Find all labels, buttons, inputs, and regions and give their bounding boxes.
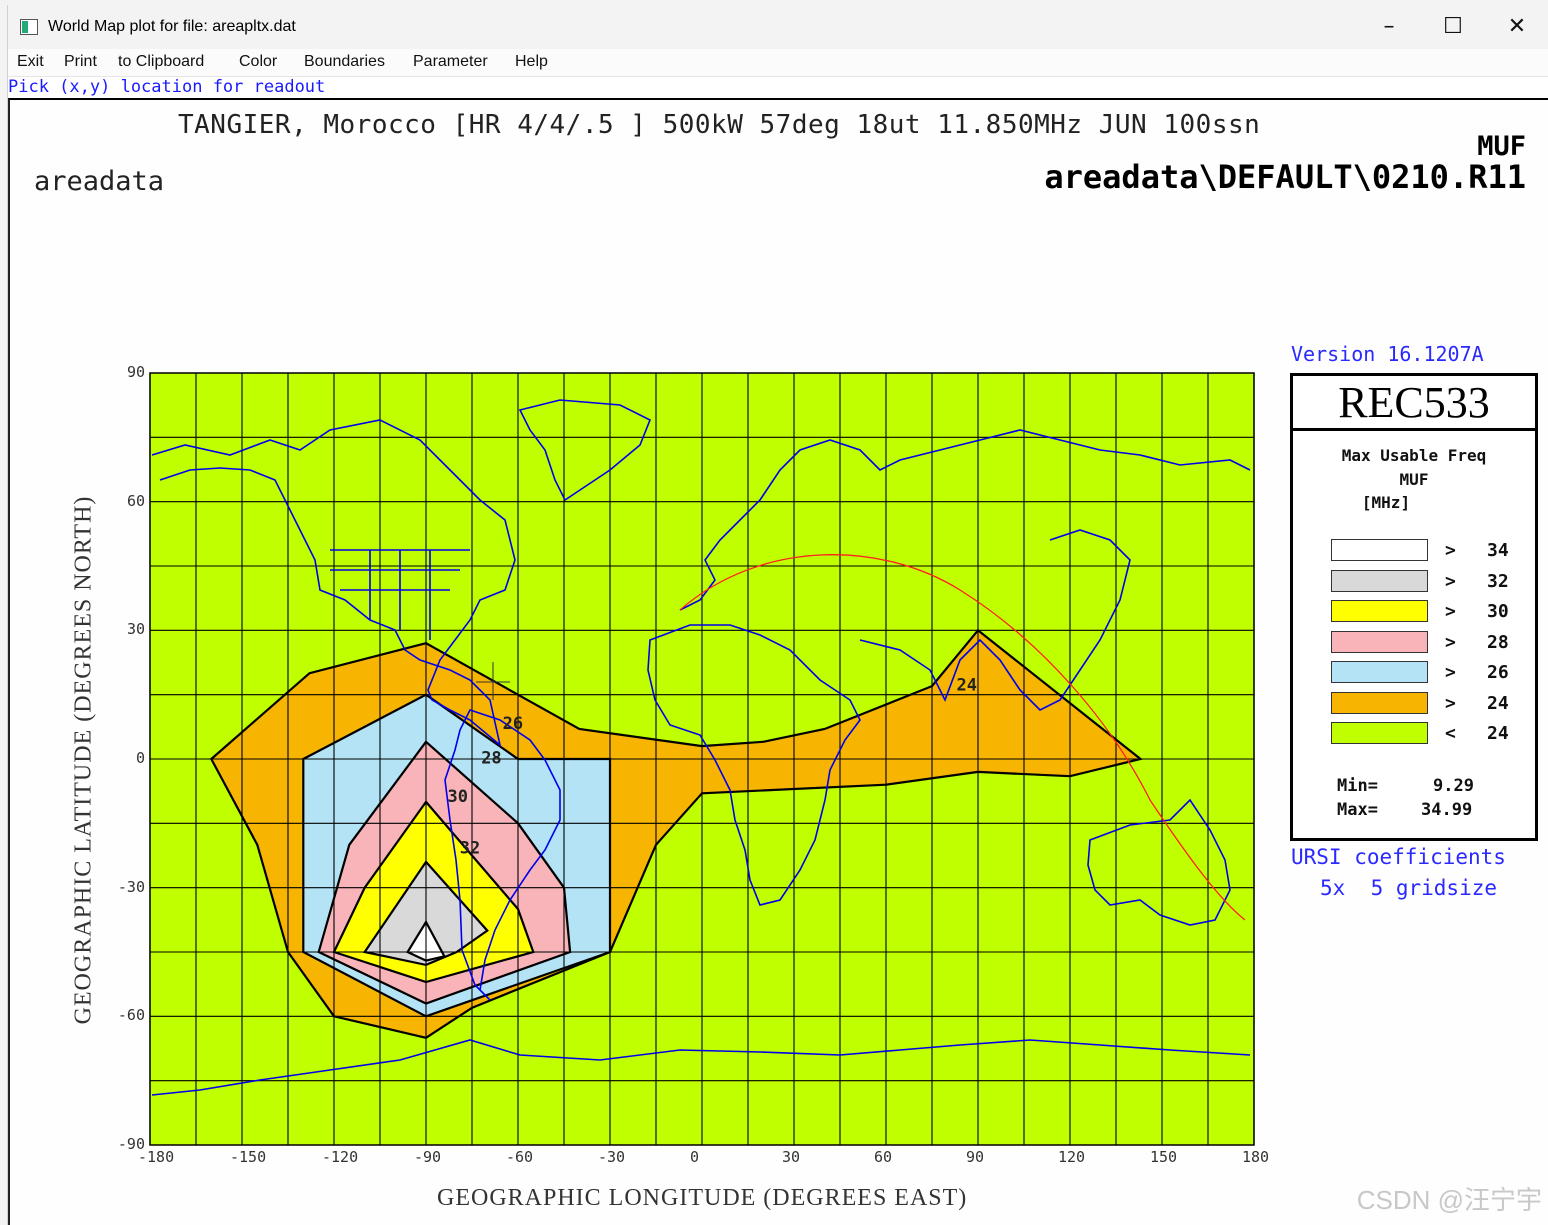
file-path: areadata\DEFAULT\0210.R11 — [1044, 158, 1526, 196]
x-tick-label: 0 — [690, 1148, 700, 1166]
legend-swatch — [1331, 661, 1428, 683]
y-tick-label: -30 — [117, 877, 145, 896]
app-icon — [20, 19, 38, 35]
legend-value: 34 — [1487, 540, 1509, 561]
plot-title: TANGIER, Morocco [HR 4/4/.5 ] 500kW 57de… — [178, 110, 1261, 140]
x-tick-label: 90 — [966, 1148, 985, 1166]
legend-value: 30 — [1487, 601, 1509, 622]
menu-parameter[interactable]: Parameter — [413, 53, 488, 71]
x-tick-label: 60 — [874, 1148, 893, 1166]
x-tick-label: 120 — [1058, 1148, 1086, 1166]
title-bar[interactable]: World Map plot for file: areapltx.dat – … — [8, 5, 1548, 49]
menu-boundaries[interactable]: Boundaries — [304, 53, 385, 71]
x-axis-label: GEOGRAPHIC LONGITUDE (DEGREES EAST) — [437, 1185, 968, 1211]
x-tick-label: 180 — [1242, 1148, 1270, 1166]
menu-help[interactable]: Help — [515, 53, 548, 71]
x-tick-label: -120 — [322, 1148, 359, 1166]
menu-color[interactable]: Color — [239, 53, 277, 71]
x-tick-label: -150 — [230, 1148, 267, 1166]
legend-swatch — [1331, 600, 1428, 622]
legend-box: REC533 Max Usable Freq MUF [MHz] >34 >32 >… — [1290, 373, 1538, 841]
y-tick-label: 60 — [126, 491, 145, 510]
y-tick-label: -90 — [117, 1135, 145, 1153]
x-tick-label: 30 — [782, 1148, 801, 1166]
legend-swatch — [1331, 630, 1428, 653]
watermark: CSDN @汪宁宇 — [1356, 1185, 1542, 1215]
menu-clipboard[interactable]: to Clipboard — [118, 53, 204, 71]
legend-operator: > — [1445, 540, 1456, 561]
menu-exit[interactable]: Exit — [17, 53, 44, 71]
legend-operator: < — [1445, 723, 1456, 744]
max-label: Max= — [1337, 800, 1378, 820]
legend-units: [MHz] — [1361, 493, 1411, 512]
y-tick-label: 30 — [126, 620, 145, 639]
legend-swatch — [1331, 722, 1428, 744]
legend-operator: > — [1445, 570, 1456, 592]
legend-operator: > — [1445, 601, 1456, 622]
legend-subtitle: MUF — [1399, 470, 1429, 489]
legend-value: 28 — [1487, 631, 1509, 653]
legend-operator: > — [1445, 631, 1456, 653]
y-tick-label: 0 — [135, 749, 145, 767]
legend-operator: > — [1445, 692, 1456, 714]
menu-print[interactable]: Print — [64, 53, 97, 71]
legend-value: 24 — [1487, 723, 1509, 744]
max-value: 34.99 — [1421, 800, 1473, 820]
method-label: REC533 — [1293, 376, 1535, 431]
legend-swatch — [1331, 569, 1428, 592]
y-tick-label: -60 — [117, 1006, 145, 1025]
min-value: 9.29 — [1433, 776, 1474, 796]
window-title: World Map plot for file: areapltx.dat — [48, 18, 296, 35]
gridsize-label: 5x 5 gridsize — [1320, 876, 1498, 900]
x-tick-label: 150 — [1150, 1148, 1178, 1166]
legend-swatch — [1331, 539, 1428, 561]
area-label: areadata — [34, 166, 165, 197]
min-label: Min= — [1337, 776, 1378, 796]
legend-value: 24 — [1487, 692, 1509, 714]
x-tick-label: -60 — [506, 1148, 534, 1166]
menu-bar: Exit Print to Clipboard Color Boundaries… — [8, 49, 1548, 77]
legend-operator: > — [1445, 662, 1456, 683]
close-button[interactable]: ✕ — [1487, 11, 1547, 43]
version-label: Version 16.1207A — [1291, 342, 1484, 366]
x-tick-label: -90 — [414, 1148, 442, 1166]
coefficients-label: URSI coefficients — [1291, 845, 1506, 869]
minimize-button[interactable]: – — [1359, 11, 1419, 43]
x-tick-label: -30 — [598, 1148, 626, 1166]
y-axis-label: GEOGRAPHIC LATITUDE (DEGREES NORTH) — [70, 495, 97, 1025]
legend-value: 26 — [1487, 662, 1509, 683]
legend-value: 32 — [1487, 570, 1509, 592]
readout-hint: Pick (x,y) location for readout — [8, 77, 326, 97]
legend-swatch — [1331, 691, 1428, 714]
legend-title: Max Usable Freq — [1341, 446, 1487, 465]
maximize-button[interactable]: ☐ — [1423, 11, 1483, 43]
y-tick-label: 90 — [126, 363, 145, 381]
